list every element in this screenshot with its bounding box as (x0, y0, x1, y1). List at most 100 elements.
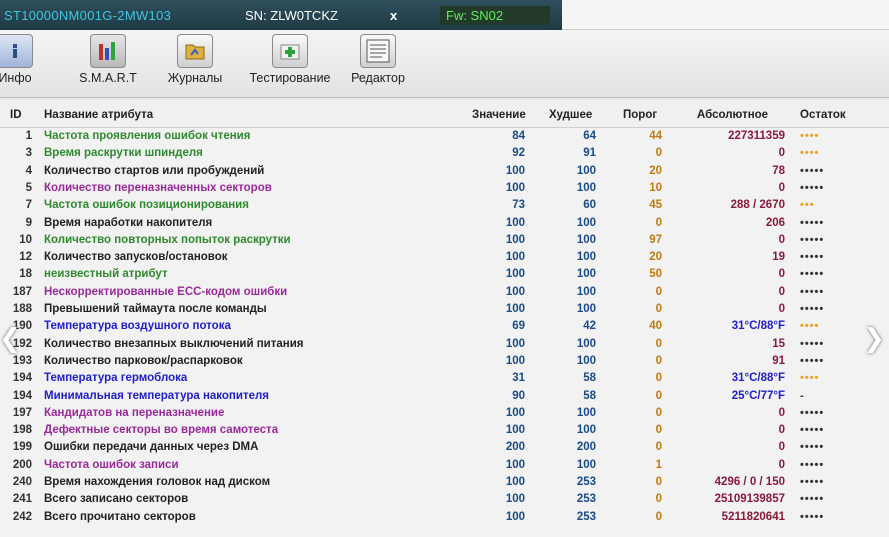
attr-threshold: 50 (649, 268, 662, 281)
attr-worst: 100 (576, 354, 596, 367)
attr-raw: 78 (772, 164, 785, 177)
toolbar: Инфо S.M.A.R.T Журналы Тестирование Реда… (0, 30, 889, 98)
attr-name: Время раскрутки шпинделя (44, 147, 203, 160)
attr-threshold: 0 (655, 147, 662, 160)
attr-worst: 91 (583, 147, 596, 160)
attr-threshold: 0 (655, 510, 662, 523)
attr-remaining: ••••• (800, 510, 825, 523)
next-arrow-icon[interactable]: ❯ (863, 318, 885, 358)
table-row[interactable]: 4 Количество стартов или пробуждений 100 10… (0, 163, 889, 180)
header-id[interactable]: ID (10, 109, 22, 121)
table-row[interactable]: 18 неизвестный атрибут 100 100 50 0 ••••• (0, 266, 889, 283)
attr-raw: 0 (778, 268, 785, 281)
table-row[interactable]: 1 Частота проявления ошибок чтения 84 64 44 2… (0, 128, 889, 145)
drive-model: ST10000NM001G-2MW103 (4, 7, 172, 23)
attr-worst: 100 (576, 251, 596, 264)
header-worst[interactable]: Худшее (549, 109, 592, 121)
header-remaining[interactable]: Остаток (800, 109, 846, 121)
attr-id: 194 (12, 389, 32, 402)
tool-info-button[interactable]: Инфо (0, 34, 36, 85)
attr-remaining: •••• (800, 372, 820, 385)
attr-value: 100 (505, 268, 525, 281)
table-row[interactable]: 199 Ошибки передачи данных через DMA 200 20… (0, 439, 889, 456)
table-row[interactable]: 197 Кандидатов на переназначение 100 100 0 0 •… (0, 405, 889, 422)
attr-raw: 91 (772, 354, 785, 367)
attr-value: 100 (505, 164, 525, 177)
table-row[interactable]: 10 Количество повторных попыток раскрутки… (0, 232, 889, 249)
table-row[interactable]: 3 Время раскрутки шпинделя 92 91 0 0 •••• (0, 145, 889, 162)
attr-raw: 0 (778, 303, 785, 315)
attr-value: 100 (505, 510, 525, 523)
attr-remaining: ••••• (800, 216, 825, 229)
attr-threshold: 0 (655, 303, 662, 315)
attr-id: 3 (25, 147, 32, 160)
attr-id: 188 (12, 303, 32, 315)
header-name[interactable]: Название атрибута (44, 109, 153, 121)
attr-value: 100 (505, 216, 525, 229)
table-row[interactable]: 241 Всего записано секторов 100 253 0 2510913… (0, 491, 889, 508)
attr-name: Количество повторных попыток раскрутки (44, 233, 291, 246)
table-row[interactable]: 9 Время наработки накопителя 100 100 0 206 •••… (0, 215, 889, 232)
attr-remaining: ••••• (800, 251, 825, 264)
table-row[interactable]: 198 Дефектные секторы во время самотеста 1… (0, 422, 889, 439)
table-row[interactable]: 193 Количество парковок/распарковок 100 100… (0, 353, 889, 370)
table-row[interactable]: 194 Температура гермоблока 31 58 0 31°C/88°F •… (0, 370, 889, 387)
table-header: ID Название атрибута Значение Худшее Пор… (0, 100, 889, 128)
attr-name: Ошибки передачи данных через DMA (44, 441, 259, 454)
table-row[interactable]: 7 Частота ошибок позиционирования 73 60 45 28… (0, 197, 889, 214)
attr-value: 100 (505, 476, 525, 488)
attr-raw: 25109139857 (714, 493, 785, 506)
tool-smart-button[interactable]: S.M.A.R.T (68, 34, 148, 85)
attr-name: Дефектные секторы во время самотеста (44, 424, 279, 437)
table-row[interactable]: 190 Температура воздушного потока 69 42 40 31… (0, 318, 889, 335)
tool-editor-button[interactable]: Редактор (346, 34, 410, 85)
prev-arrow-icon[interactable]: ❮ (0, 318, 21, 358)
attr-id: 5 (25, 181, 32, 194)
attr-name: Количество внезапных выключений питания (44, 337, 304, 350)
table-row[interactable]: 192 Количество внезапных выключений питан… (0, 336, 889, 353)
attr-remaining: ••••• (800, 164, 825, 177)
attr-name: неизвестный атрибут (44, 268, 168, 281)
attr-id: 194 (12, 372, 32, 385)
attr-remaining: ••••• (800, 285, 825, 298)
attr-worst: 60 (583, 199, 596, 212)
table-row[interactable]: 242 Всего прочитано секторов 100 253 0 521182… (0, 509, 889, 526)
close-tab-button[interactable]: x (390, 8, 440, 23)
attr-threshold: 0 (655, 372, 662, 385)
attr-remaining: ••••• (800, 181, 825, 194)
attr-threshold: 0 (655, 389, 662, 402)
table-row[interactable]: 187 Нескорректированные ECC-кодом ошибки 1… (0, 284, 889, 301)
attr-threshold: 0 (655, 354, 662, 367)
tool-test-button[interactable]: Тестирование (244, 34, 336, 85)
header-threshold[interactable]: Порог (623, 109, 657, 121)
tool-logs-button[interactable]: Журналы (162, 34, 228, 85)
table-row[interactable]: 240 Время нахождения головок над диском 10… (0, 474, 889, 491)
attr-remaining: •••• (800, 130, 820, 142)
table-row[interactable]: 12 Количество запусков/остановок 100 100 20 1… (0, 249, 889, 266)
attr-id: 4 (25, 164, 32, 177)
attr-id: 187 (12, 285, 32, 298)
header-value[interactable]: Значение (472, 109, 526, 121)
table-row[interactable]: 194 Минимальная температура накопителя 90 5… (0, 388, 889, 405)
attr-id: 242 (12, 510, 32, 523)
attr-name: Нескорректированные ECC-кодом ошибки (44, 285, 288, 298)
attr-worst: 100 (576, 406, 596, 419)
attr-name: Минимальная температура накопителя (44, 389, 269, 402)
header-raw[interactable]: Абсолютное (697, 109, 768, 121)
table-row[interactable]: 188 Превышений таймаута после команды 100 1… (0, 301, 889, 318)
attr-remaining: ••••• (800, 493, 825, 506)
hex-editor-icon (360, 34, 396, 68)
attr-name: Температура гермоблока (44, 372, 188, 385)
attr-raw: 5211820641 (721, 510, 785, 523)
attr-remaining: ••••• (800, 458, 825, 471)
smart-table: ID Название атрибута Значение Худшее Пор… (0, 100, 889, 537)
attr-threshold: 0 (655, 285, 662, 298)
table-row[interactable]: 200 Частота ошибок записи 100 100 1 0 ••••• (0, 457, 889, 474)
attr-id: 199 (12, 441, 32, 454)
attr-value: 31 (512, 372, 525, 385)
attr-value: 92 (512, 147, 525, 160)
table-row[interactable]: 5 Количество переназначенных секторов 100 1… (0, 180, 889, 197)
tool-test-label: Тестирование (249, 71, 331, 85)
attr-worst: 58 (583, 389, 596, 402)
attr-worst: 200 (576, 441, 596, 454)
